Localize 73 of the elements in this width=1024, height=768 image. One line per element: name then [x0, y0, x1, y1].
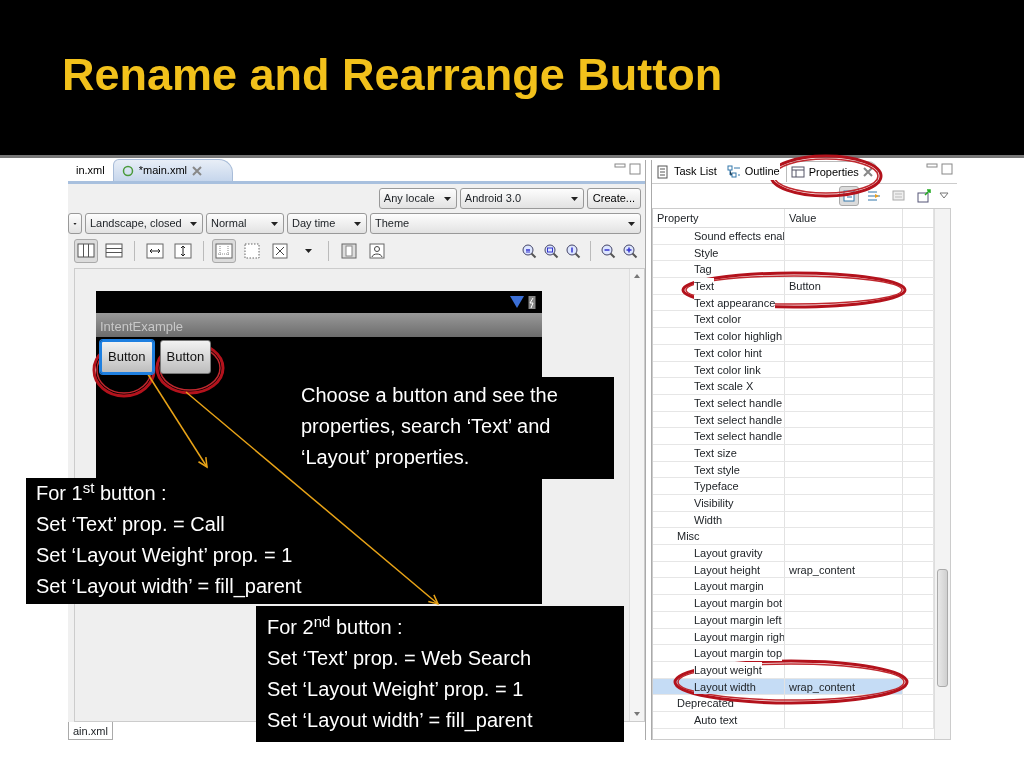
- caret-icon: [442, 194, 452, 203]
- guides-icon: [214, 241, 234, 261]
- dropdown[interactable]: Normal: [206, 213, 284, 234]
- dropdown[interactable]: Day time: [287, 213, 367, 234]
- minimize-icon[interactable]: [926, 163, 938, 171]
- task-list-icon: [656, 164, 670, 179]
- dropdown[interactable]: Android 3.0: [459, 188, 584, 209]
- category-label[interactable]: Misc: [653, 528, 784, 545]
- view-menu-icon[interactable]: [939, 192, 949, 200]
- filter-arrows-icon: [866, 188, 882, 204]
- signal-icon: [509, 295, 525, 309]
- zoom-out-icon: [600, 243, 616, 259]
- panel-tab[interactable]: Outline: [722, 161, 784, 182]
- rows-icon: [104, 241, 124, 261]
- categories-icon: [841, 188, 857, 204]
- slide-title: Rename and Rearrange Button: [62, 52, 724, 97]
- dropdown[interactable]: Theme: [370, 213, 641, 234]
- dotted-square-icon: [242, 241, 262, 261]
- toolbar-button[interactable]: [74, 239, 98, 263]
- list-icon: [891, 188, 907, 204]
- caret-icon: [569, 194, 579, 203]
- editor-tab[interactable]: ain.xml: [68, 722, 113, 740]
- property-value: wrap_content: [789, 563, 856, 576]
- zoom-icon: [521, 243, 537, 259]
- caret-icon: [627, 219, 636, 228]
- create-button[interactable]: Create...: [586, 188, 641, 209]
- minimize-icon[interactable]: [614, 163, 626, 171]
- maximize-icon[interactable]: [629, 163, 641, 175]
- panel-icon: [339, 241, 359, 261]
- callout-text: For 1$^{st}$ button :: [36, 478, 168, 506]
- property-value: Button: [789, 280, 821, 293]
- caret-icon: [270, 219, 279, 228]
- zoom-fit-icon: [543, 243, 559, 259]
- battery-icon: [528, 294, 536, 310]
- editor-tab[interactable]: in.xml: [68, 159, 113, 181]
- width-arrows-icon: [145, 241, 165, 261]
- maximize-icon[interactable]: [941, 163, 953, 175]
- callout-text: Set ‘Layout Weight’ prop. = 1: [36, 543, 294, 568]
- caret-icon: [303, 247, 313, 255]
- pin-icon: [916, 188, 932, 204]
- file-icon: [121, 164, 134, 177]
- close-icon[interactable]: [192, 165, 203, 176]
- app-button[interactable]: Button: [159, 340, 212, 374]
- callout-text: Choose a button and see the properties, search ‘Text’ and ‘Layout’ properties.: [301, 383, 559, 470]
- app-title: IntentExample: [96, 313, 542, 337]
- dropdown[interactable]: Any locale: [378, 188, 457, 209]
- editor-tab[interactable]: *main.xml: [112, 159, 234, 181]
- property-value: wrap_content: [789, 680, 856, 693]
- category-label[interactable]: Deprecated: [653, 695, 784, 711]
- callout-text: Set ‘Text’ prop. = Web Search: [267, 646, 533, 671]
- table-icon: [790, 165, 805, 179]
- cross-square-icon: [270, 241, 290, 261]
- height-arrows-icon: [173, 241, 193, 261]
- callout-text: Set ‘Layout width’ = fill_parent: [36, 574, 303, 600]
- scroll-down-icon[interactable]: [633, 711, 641, 717]
- caret-icon: [189, 219, 198, 228]
- scroll-up-icon[interactable]: [633, 273, 641, 279]
- caret-icon: [353, 219, 362, 228]
- columns-icon: [76, 241, 96, 261]
- callout-text: Set ‘Layout width’ = fill_parent: [267, 708, 534, 734]
- dropdown[interactable]: Landscape, closed: [85, 213, 203, 234]
- zoom-in-icon: [622, 243, 638, 259]
- outline-icon: [726, 164, 741, 179]
- app-button[interactable]: Button: [100, 340, 154, 374]
- close-icon[interactable]: [862, 167, 873, 177]
- callout-text: For 2$^{nd}$ button :: [267, 612, 404, 640]
- dropdown[interactable]: [68, 213, 82, 234]
- callout-text: Set ‘Layout Weight’ prop. = 1: [267, 677, 525, 702]
- zoom-reset-icon: [565, 243, 581, 259]
- callout-text: Set ‘Text’ prop. = Call: [36, 512, 226, 537]
- person-icon: [367, 241, 387, 261]
- panel-tab[interactable]: Properties: [785, 160, 878, 183]
- scroll-thumb[interactable]: [937, 569, 948, 687]
